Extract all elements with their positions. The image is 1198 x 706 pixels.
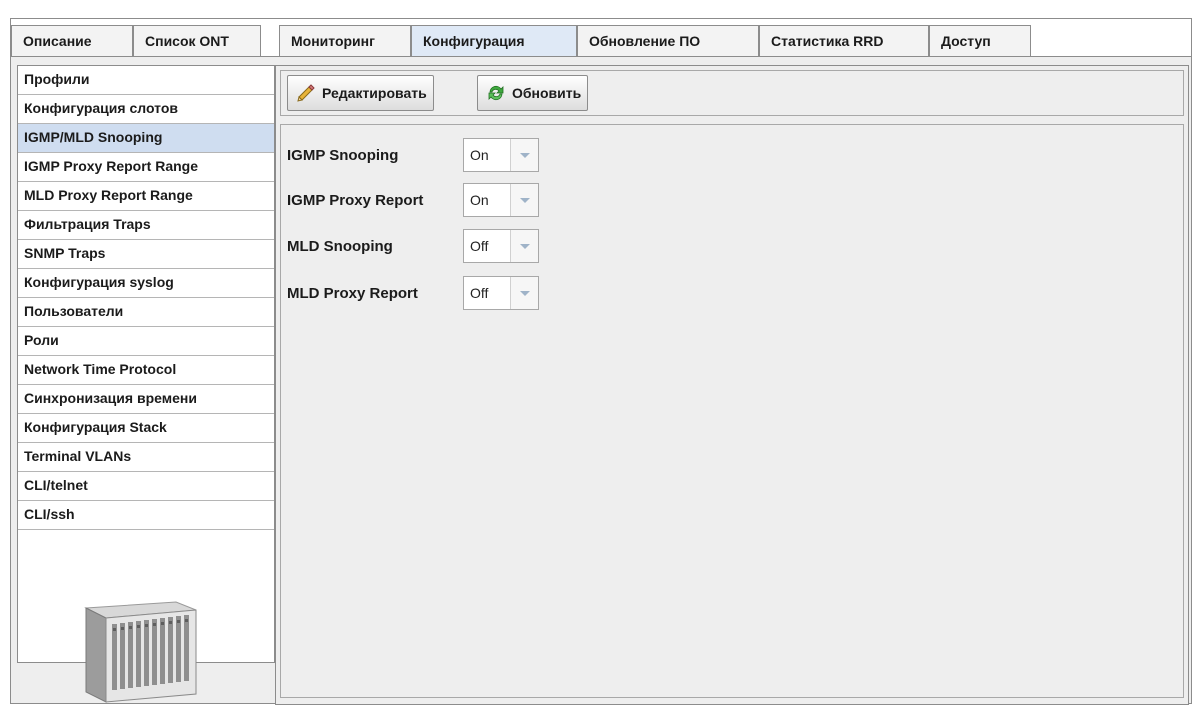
tab-rrd-statistics[interactable]: Статистика RRD bbox=[759, 25, 929, 57]
sidebar-item-mld-proxy-report-range[interactable]: MLD Proxy Report Range bbox=[18, 182, 274, 211]
toolbar: Редактировать Обновить bbox=[280, 70, 1184, 116]
mld-snooping-select[interactable]: Off bbox=[463, 229, 539, 263]
mld-proxy-report-select[interactable]: Off bbox=[463, 276, 539, 310]
sidebar-item-slot-config[interactable]: Конфигурация слотов bbox=[18, 95, 274, 124]
refresh-icon bbox=[488, 85, 504, 101]
sidebar-item-traps-filtering[interactable]: Фильтрация Traps bbox=[18, 211, 274, 240]
refresh-button[interactable]: Обновить bbox=[477, 75, 589, 111]
sidebar-item-time-sync[interactable]: Синхронизация времени bbox=[18, 385, 274, 414]
edit-button-label: Редактировать bbox=[322, 85, 427, 101]
sidebar-item-cli-telnet[interactable]: CLI/telnet bbox=[18, 472, 274, 501]
sidebar-item-roles[interactable]: Роли bbox=[18, 327, 274, 356]
sidebar-item-ntp[interactable]: Network Time Protocol bbox=[18, 356, 274, 385]
tab-bar: Описание Список ONT Мониторинг Конфигура… bbox=[11, 19, 1191, 57]
chevron-down-icon[interactable] bbox=[510, 230, 538, 262]
setting-label-mld-proxy-report: MLD Proxy Report bbox=[287, 285, 418, 302]
tab-firmware-update[interactable]: Обновление ПО bbox=[577, 25, 759, 57]
igmp-proxy-report-value: On bbox=[470, 192, 489, 208]
igmp-snooping-select[interactable]: On bbox=[463, 138, 539, 172]
mld-snooping-value: Off bbox=[470, 238, 489, 254]
chevron-down-icon[interactable] bbox=[510, 277, 538, 309]
chassis-device-icon bbox=[84, 601, 197, 703]
tab-description[interactable]: Описание bbox=[11, 25, 133, 57]
tab-divider bbox=[11, 56, 1191, 57]
sidebar-item-snmp-traps[interactable]: SNMP Traps bbox=[18, 240, 274, 269]
sidebar-item-users[interactable]: Пользователи bbox=[18, 298, 274, 327]
sidebar-item-profiles[interactable]: Профили bbox=[18, 66, 274, 95]
app-window: Описание Список ONT Мониторинг Конфигура… bbox=[10, 18, 1192, 705]
sidebar-item-stack-config[interactable]: Конфигурация Stack bbox=[18, 414, 274, 443]
tab-configuration[interactable]: Конфигурация bbox=[411, 25, 577, 57]
chevron-down-icon[interactable] bbox=[510, 139, 538, 171]
mld-proxy-report-value: Off bbox=[470, 285, 489, 301]
setting-label-igmp-proxy-report: IGMP Proxy Report bbox=[287, 192, 424, 209]
settings-panel: IGMP Snooping On IGMP Proxy Report On ML… bbox=[280, 124, 1184, 698]
sidebar-menu: Профили Конфигурация слотов IGMP/MLD Sno… bbox=[17, 65, 275, 703]
sidebar-item-cli-ssh[interactable]: CLI/ssh bbox=[18, 501, 274, 530]
sidebar-item-igmp-proxy-report-range[interactable]: IGMP Proxy Report Range bbox=[18, 153, 274, 182]
setting-label-igmp-snooping: IGMP Snooping bbox=[287, 147, 399, 164]
tab-monitoring[interactable]: Мониторинг bbox=[279, 25, 411, 57]
sidebar-item-terminal-vlans[interactable]: Terminal VLANs bbox=[18, 443, 274, 472]
sidebar-item-igmp-mld-snooping[interactable]: IGMP/MLD Snooping bbox=[18, 124, 274, 153]
edit-button[interactable]: Редактировать bbox=[287, 75, 434, 111]
sidebar-item-syslog-config[interactable]: Конфигурация syslog bbox=[18, 269, 274, 298]
tab-access[interactable]: Доступ bbox=[929, 25, 1031, 57]
tab-ont-list[interactable]: Список ONT bbox=[133, 25, 261, 57]
refresh-button-label: Обновить bbox=[512, 85, 582, 101]
chevron-down-icon[interactable] bbox=[510, 184, 538, 216]
setting-label-mld-snooping: MLD Snooping bbox=[287, 238, 393, 255]
content-area: Редактировать Обновить IGMP Snooping On … bbox=[275, 65, 1189, 705]
igmp-snooping-value: On bbox=[470, 147, 489, 163]
igmp-proxy-report-select[interactable]: On bbox=[463, 183, 539, 217]
pencil-icon bbox=[297, 84, 315, 102]
